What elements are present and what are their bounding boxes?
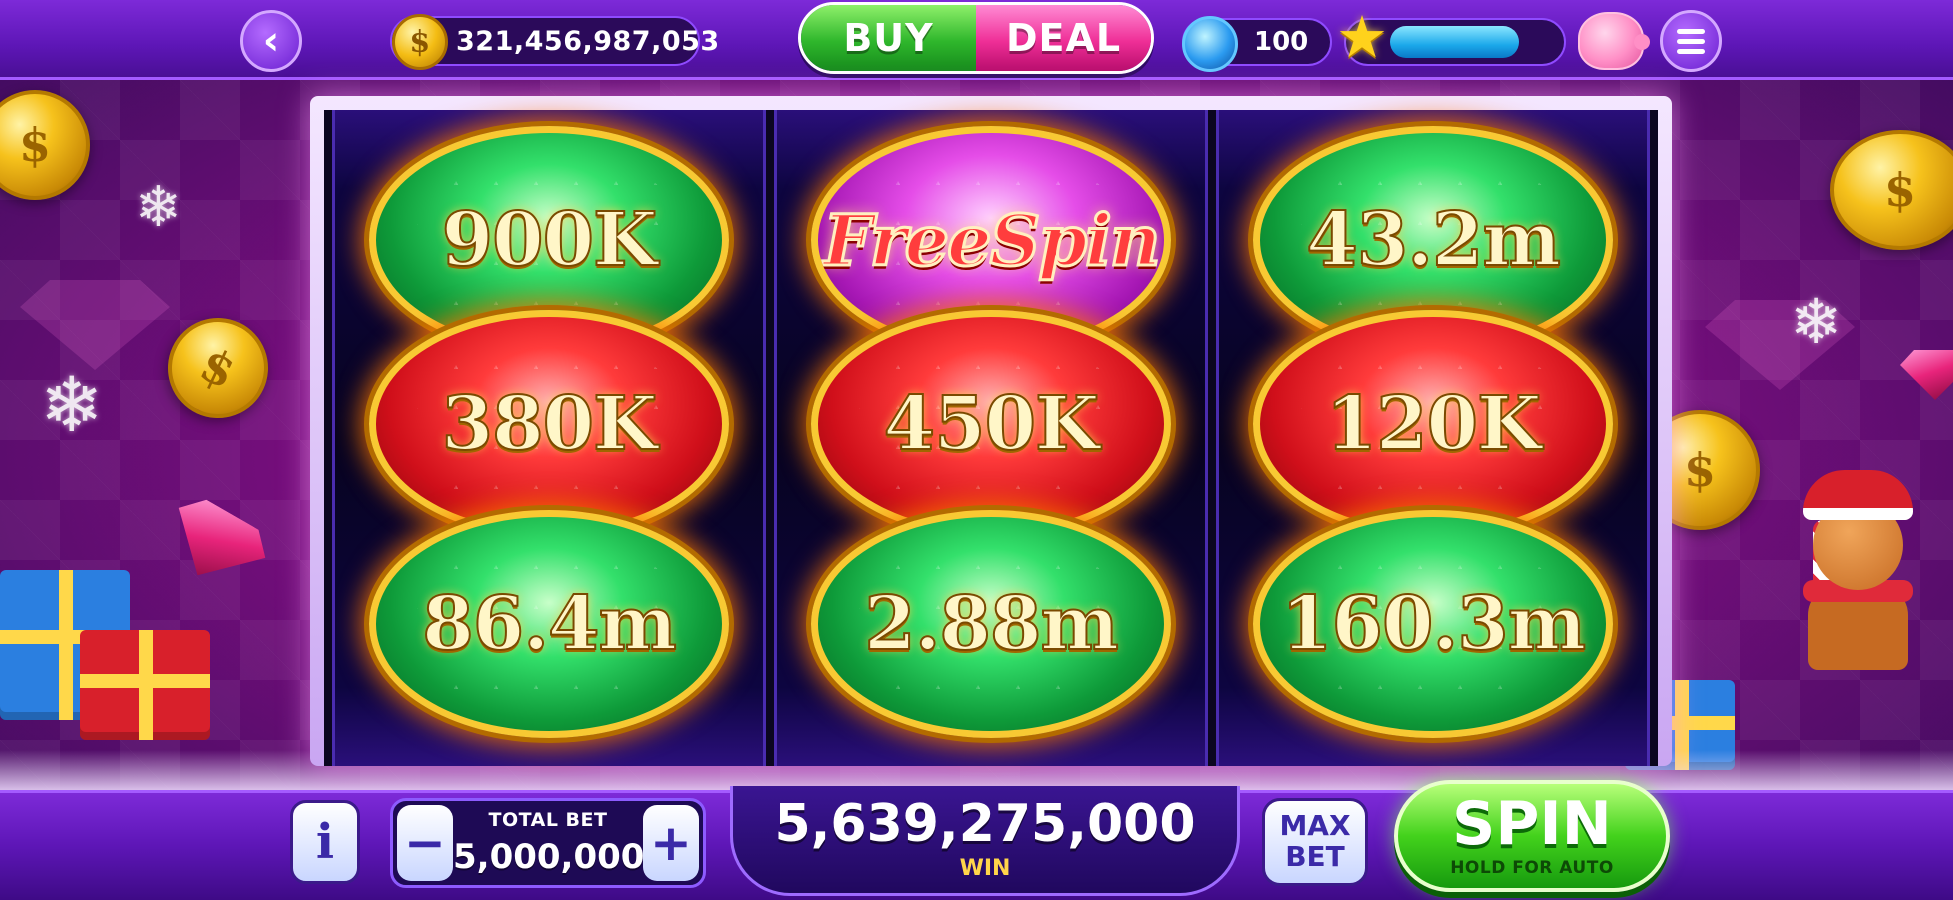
increase-bet-button[interactable]: +: [643, 805, 699, 881]
reel-symbol: 450K: [811, 310, 1171, 538]
snowflake-icon: ❄: [135, 175, 182, 240]
decor-gift-icon: [80, 630, 210, 740]
star-icon: ★: [1336, 3, 1388, 71]
info-button[interactable]: i: [290, 800, 360, 884]
snowflake-icon: ❄: [1790, 285, 1842, 358]
reel-symbol: 380K: [369, 310, 729, 538]
blue-gem-icon: [1182, 16, 1238, 72]
decor-gingerbread-man: [1783, 470, 1933, 670]
reel-3: 43.2m 120K 160.3m: [1216, 110, 1650, 766]
spin-label: SPIN: [1452, 789, 1612, 859]
slot-reels-frame: 900K 380K 86.4m FreeSpin 450K 2.88m 43.2…: [310, 96, 1672, 766]
free-spin-label: FreeSpin: [822, 197, 1162, 283]
deal-button[interactable]: DEAL: [976, 5, 1151, 71]
max-bet-line1: MAX: [1279, 809, 1351, 843]
win-amount: 5,639,275,000: [774, 794, 1196, 854]
symbol-value: 380K: [441, 380, 659, 468]
reel-2: FreeSpin 450K 2.88m: [774, 110, 1208, 766]
reel-window: 900K 380K 86.4m FreeSpin 450K 2.88m 43.2…: [324, 110, 1658, 766]
gem-balance: 100: [1182, 16, 1332, 72]
symbol-value: 86.4m: [421, 580, 678, 668]
coin-balance-value: 321,456,987,053: [456, 25, 720, 57]
symbol-value: 450K: [883, 380, 1101, 468]
piggy-bank-button[interactable]: [1578, 12, 1650, 70]
gem-balance-value: 100: [1254, 27, 1309, 57]
buy-deal-toggle: BUY DEAL: [798, 2, 1154, 74]
symbol-value: 120K: [1325, 380, 1543, 468]
total-bet-label: TOTAL BET: [488, 809, 608, 831]
buy-button[interactable]: BUY: [801, 5, 976, 71]
symbol-value: 900K: [441, 196, 659, 284]
hamburger-menu-button[interactable]: [1660, 10, 1722, 72]
reel-symbol: 2.88m: [811, 510, 1171, 738]
back-button[interactable]: ‹: [240, 10, 302, 72]
xp-progress-fill: [1390, 26, 1519, 58]
snowflake-icon: ❄: [40, 360, 104, 449]
coin-balance: $ 321,456,987,053: [390, 14, 719, 70]
total-bet-value: 5,000,000: [453, 837, 645, 877]
win-display: 5,639,275,000 WIN: [730, 786, 1240, 896]
coin-icon: $: [392, 14, 448, 70]
spin-button[interactable]: SPIN HOLD FOR AUTO: [1394, 780, 1670, 892]
total-bet-panel: − TOTAL BET 5,000,000 +: [390, 798, 706, 888]
max-bet-button[interactable]: MAX BET: [1262, 798, 1368, 886]
symbol-value: 160.3m: [1280, 580, 1587, 668]
reel-symbol: 120K: [1253, 310, 1613, 538]
chevron-left-icon: ‹: [262, 18, 280, 64]
decrease-bet-button[interactable]: −: [397, 805, 453, 881]
spin-hold-hint: HOLD FOR AUTO: [1450, 858, 1614, 878]
symbol-value: 2.88m: [863, 580, 1120, 668]
win-label: WIN: [959, 856, 1011, 881]
reel-1: 900K 380K 86.4m: [332, 110, 766, 766]
symbol-value: 43.2m: [1305, 196, 1562, 284]
max-bet-line2: BET: [1285, 840, 1345, 873]
reel-symbol: 86.4m: [369, 510, 729, 738]
reel-symbol: 160.3m: [1253, 510, 1613, 738]
